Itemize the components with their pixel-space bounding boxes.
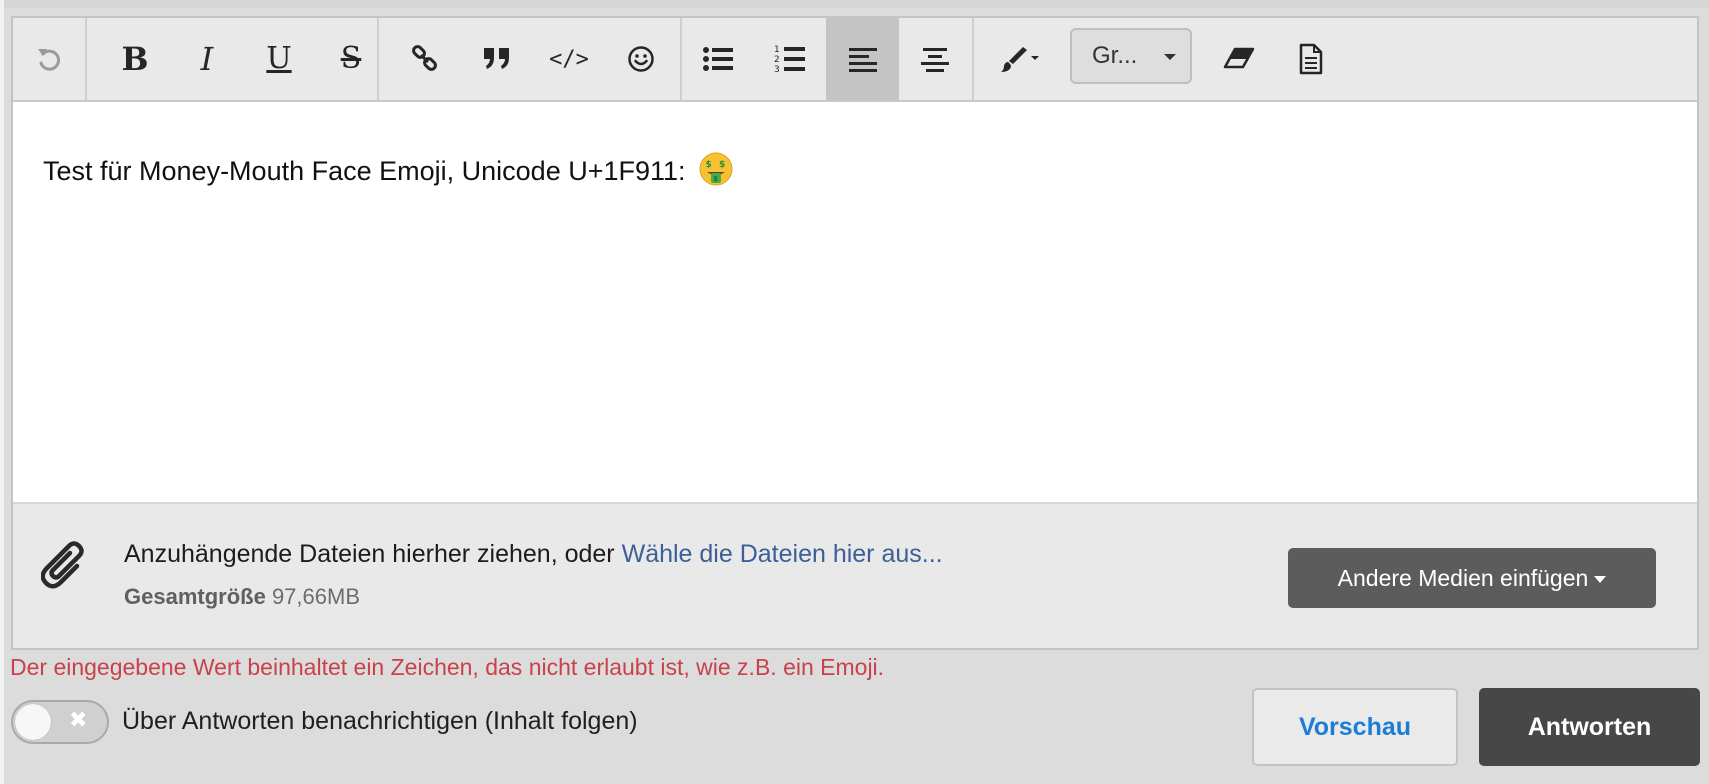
numbered-list-button[interactable]: 1 2 3: [754, 18, 826, 100]
font-family-select[interactable]: Gr...: [1070, 28, 1192, 84]
align-left-button[interactable]: [826, 18, 899, 100]
toolbar-separator: [377, 18, 379, 100]
money-mouth-face-emoji-icon: $ $ $: [699, 152, 733, 186]
brush-icon: [1001, 47, 1039, 72]
toolbar-separator: [972, 18, 974, 100]
link-icon: [412, 45, 437, 71]
svg-text:$: $: [713, 175, 718, 183]
align-left-icon: [848, 48, 877, 72]
paperclip-icon: [41, 541, 84, 589]
top-strip: [0, 0, 1709, 8]
svg-text:1: 1: [774, 45, 780, 55]
editor-text-line: Test für Money-Mouth Face Emoji, Unicode…: [43, 152, 733, 187]
code-button[interactable]: </>: [533, 18, 605, 100]
align-center-icon: [921, 48, 949, 72]
italic-button[interactable]: I: [171, 18, 243, 100]
choose-files-link[interactable]: Wähle die Dateien hier aus...: [622, 540, 943, 568]
bullet-list-icon: [703, 47, 733, 71]
drop-text: Anzuhängende Dateien hierher ziehen, ode…: [124, 540, 622, 568]
undo-button[interactable]: [13, 18, 85, 100]
undo-icon: [38, 49, 61, 71]
caret-down-icon: [1594, 575, 1607, 583]
bullet-list-button[interactable]: [682, 18, 754, 100]
notify-toggle-label: Über Antworten benachrichtigen (Inhalt f…: [122, 707, 638, 735]
editor-text: Test für Money-Mouth Face Emoji, Unicode…: [43, 156, 686, 186]
insert-media-label: Andere Medien einfügen: [1337, 564, 1589, 591]
editor-toolbar: B I U S </> 1 2 3 Gr...: [13, 18, 1697, 102]
page: B I U S </> 1 2 3 Gr... Test für Money-M…: [0, 0, 1709, 784]
emoji-button[interactable]: [605, 18, 677, 100]
left-strip: [0, 0, 4, 784]
quote-icon: [484, 48, 509, 69]
chevron-down-icon: [1164, 54, 1176, 60]
underline-icon: U: [266, 41, 292, 76]
quote-button[interactable]: [461, 18, 533, 100]
svg-text:3: 3: [774, 65, 780, 75]
code-icon: </>: [549, 46, 589, 72]
notify-toggle[interactable]: ✖: [11, 700, 109, 744]
total-size-value: 97,66MB: [265, 584, 360, 609]
text-color-button[interactable]: [983, 18, 1055, 100]
bold-icon: B: [121, 40, 149, 78]
underline-button[interactable]: U: [243, 18, 315, 100]
editor-content[interactable]: Test für Money-Mouth Face Emoji, Unicode…: [13, 102, 1697, 502]
italic-icon: I: [200, 40, 214, 78]
source-button[interactable]: [1275, 18, 1347, 100]
attachment-instructions: Anzuhängende Dateien hierher ziehen, ode…: [124, 540, 943, 569]
toolbar-separator: [85, 18, 87, 100]
total-size: Gesamtgröße 97,66MB: [124, 584, 360, 610]
eraser-icon: [1223, 47, 1255, 69]
toggle-off-icon: ✖: [69, 708, 88, 733]
svg-text:$: $: [719, 160, 725, 170]
validation-error: Der eingegebene Wert beinhaltet ein Zeic…: [10, 654, 885, 680]
preview-button[interactable]: Vorschau: [1252, 688, 1458, 766]
bold-button[interactable]: B: [99, 18, 171, 100]
reply-button[interactable]: Antworten: [1479, 688, 1700, 766]
document-icon: [1299, 43, 1323, 75]
align-center-button[interactable]: [899, 18, 971, 100]
insert-media-button[interactable]: Andere Medien einfügen: [1288, 548, 1656, 608]
clear-format-button[interactable]: [1203, 18, 1275, 100]
strikethrough-icon: S: [340, 41, 362, 76]
numbered-list-icon: 1 2 3: [774, 45, 805, 75]
toggle-knob: [15, 704, 51, 740]
link-button[interactable]: [389, 18, 461, 100]
svg-text:2: 2: [774, 55, 780, 65]
svg-text:$: $: [706, 160, 712, 170]
font-select-value: Gr...: [1092, 42, 1138, 69]
total-size-label: Gesamtgröße: [124, 584, 266, 609]
smiley-icon: [628, 46, 654, 72]
